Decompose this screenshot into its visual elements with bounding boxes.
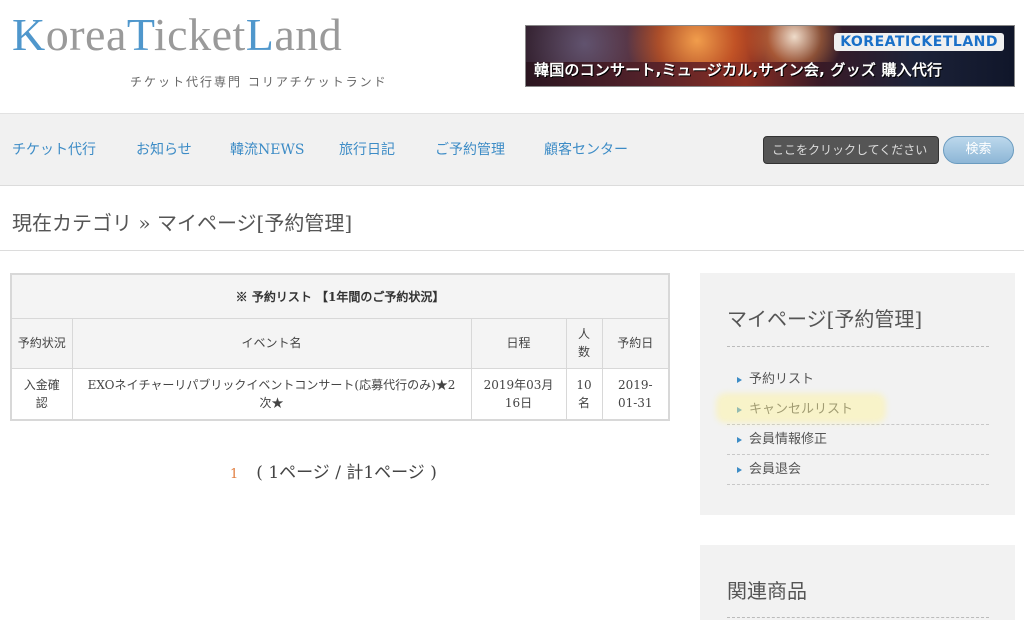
nav-item-hallyu-news[interactable]: 韓流NEWS — [230, 139, 304, 159]
cell-schedule: 2019年03月16日 — [470, 367, 567, 421]
nav-item-notices[interactable]: お知らせ — [136, 139, 192, 159]
sidebar-divider — [727, 346, 989, 347]
column-header-schedule: 日程 — [470, 317, 567, 369]
reservation-table: ※ 予約リスト 【1年間のご予約状況】 予約状況 イベント名 日程 人数 予約日… — [10, 273, 670, 421]
column-header-reserved-date: 予約日 — [601, 317, 670, 369]
banner-text: 韓国のコンサート,ミュージカル,サイン会, グッズ 購入代行 — [534, 61, 943, 79]
column-header-event: イベント名 — [71, 317, 472, 369]
pagination-current-page[interactable]: 1 — [230, 467, 238, 482]
sidebar-related: 関連商品 — [700, 545, 1015, 620]
site-header: KoreaTicketLand チケット代行専門 コリアチケットランド KORE… — [0, 0, 1024, 114]
related-divider — [727, 617, 989, 618]
search-input[interactable]: ここをクリックしてください — [763, 136, 939, 164]
sidebar-item-withdraw[interactable]: 会員退会 — [727, 455, 989, 485]
sidebar-item-edit-member-info[interactable]: 会員情報修正 — [727, 425, 989, 455]
sidebar-title: マイページ[予約管理] — [727, 307, 923, 331]
table-row: 入金確認 EXOネイチャーリパブリックイベントコンサート(応募代行のみ)★2次★… — [10, 367, 670, 421]
nav-item-reservation-management[interactable]: ご予約管理 — [435, 139, 505, 159]
nav-item-customer-center[interactable]: 顧客センター — [544, 139, 628, 159]
cell-people: 10名 — [565, 367, 603, 421]
sidebar-menu: 予約リスト キャンセルリスト 会員情報修正 会員退会 — [727, 365, 989, 485]
table-caption: ※ 予約リスト 【1年間のご予約状況】 — [10, 273, 670, 319]
site-tagline: チケット代行専門 コリアチケットランド — [130, 75, 388, 89]
related-title: 関連商品 — [727, 579, 807, 603]
pagination-summary: ( 1ページ / 計1ページ ) — [256, 463, 437, 483]
nav-item-ticket-agency[interactable]: チケット代行 — [12, 139, 96, 159]
column-header-status: 予約状況 — [10, 317, 73, 369]
breadcrumb-bar: 現在カテゴリ » マイページ[予約管理] — [0, 187, 1024, 251]
cell-status: 入金確認 — [10, 367, 73, 421]
nav-item-travel-diary[interactable]: 旅行日記 — [339, 139, 395, 159]
event-link[interactable]: EXOネイチャーリパブリックイベントコンサート(応募代行のみ)★2次★ — [71, 367, 472, 421]
breadcrumb: 現在カテゴリ » マイページ[予約管理] — [12, 211, 353, 235]
site-logo[interactable]: KoreaTicketLand — [12, 12, 342, 58]
highlight-marker — [716, 393, 886, 423]
sidebar-item-reservation-list[interactable]: 予約リスト — [727, 365, 989, 395]
search-button[interactable]: 検索 — [943, 136, 1014, 164]
pagination: 1 ( 1ページ / 計1ページ ) — [230, 458, 437, 483]
column-header-people: 人数 — [565, 317, 603, 369]
cell-reserved-date: 2019-01-31 — [601, 367, 670, 421]
header-banner[interactable]: KOREATICKETLAND 韓国のコンサート,ミュージカル,サイン会, グッ… — [525, 25, 1015, 87]
banner-brand: KOREATICKETLAND — [834, 33, 1004, 51]
